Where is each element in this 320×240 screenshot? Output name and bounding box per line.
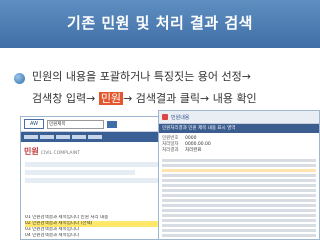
text-line (162, 164, 316, 167)
text-line (162, 199, 316, 202)
step-text-a: 검색창 입력→ (32, 92, 99, 105)
detail-page-screenshot: 민원내용 민원처리결과 민원 제목 내용 표시 영역 민원번호 0000 처리일… (158, 110, 320, 240)
section-title-en: CIVIL COMPLAINT (40, 151, 80, 156)
field-label: 처리결과 (162, 148, 179, 153)
search-input[interactable]: 민원제목 (47, 119, 104, 129)
nav-item[interactable] (72, 135, 86, 139)
slide-title-bar: 기존 민원 및 처리 결과 검색 (0, 0, 320, 48)
text-line (162, 224, 316, 227)
nav-item[interactable] (88, 135, 102, 139)
bullet-text-line1: 민원의 내용을 포괄하거나 특징짓는 용어 선정→ (32, 70, 251, 83)
document-icon (162, 114, 168, 120)
text-line (162, 214, 316, 217)
form-row (25, 170, 135, 175)
text-line (162, 204, 316, 207)
detail-field: 처리결과 처리완료 (162, 148, 316, 154)
bullet-dot-icon (14, 73, 25, 84)
keyword-highlight: 민원 (98, 92, 124, 105)
detail-header: 민원내용 (159, 111, 319, 124)
text-line (162, 189, 316, 192)
nav-item[interactable] (24, 135, 38, 139)
text-line (162, 184, 316, 187)
detail-title-bar: 민원처리결과 민원 제목 내용 표시 영역 (159, 124, 319, 133)
section-title-ko: 민원 (24, 147, 39, 156)
search-results-list: 01 민원검색결과 제목입니다 민원 처리 내용 02 민원검색결과 제목입니다… (25, 215, 180, 239)
text-line (162, 159, 316, 162)
nav-item[interactable] (40, 135, 54, 139)
text-line (162, 229, 316, 232)
detail-header-label: 민원내용 (171, 114, 190, 121)
detail-fields: 민원번호 0000 처리일자 0000.00.00 처리결과 처리완료 (159, 133, 319, 157)
text-line (162, 234, 316, 237)
text-line (162, 209, 316, 212)
step-text-b: → 검색결과 클릭→ 내용 확인 (123, 92, 257, 105)
site-logo: AW (24, 119, 44, 129)
detail-body-text (159, 159, 319, 237)
nav-item[interactable] (56, 135, 70, 139)
text-line (162, 174, 316, 177)
text-line (162, 179, 316, 182)
bullet-text-line2: 검색창 입력→ 민원 → 검색결과 클릭→ 내용 확인 (32, 90, 257, 106)
slide-title: 기존 민원 및 처리 결과 검색 (67, 14, 253, 32)
text-line (162, 194, 316, 197)
field-value: 처리완료 (185, 148, 202, 153)
text-line (162, 219, 316, 222)
search-button[interactable] (107, 120, 117, 128)
text-line-highlighted (162, 169, 316, 172)
result-item[interactable]: 04 민원검색결과 제목입니다 (25, 233, 180, 239)
